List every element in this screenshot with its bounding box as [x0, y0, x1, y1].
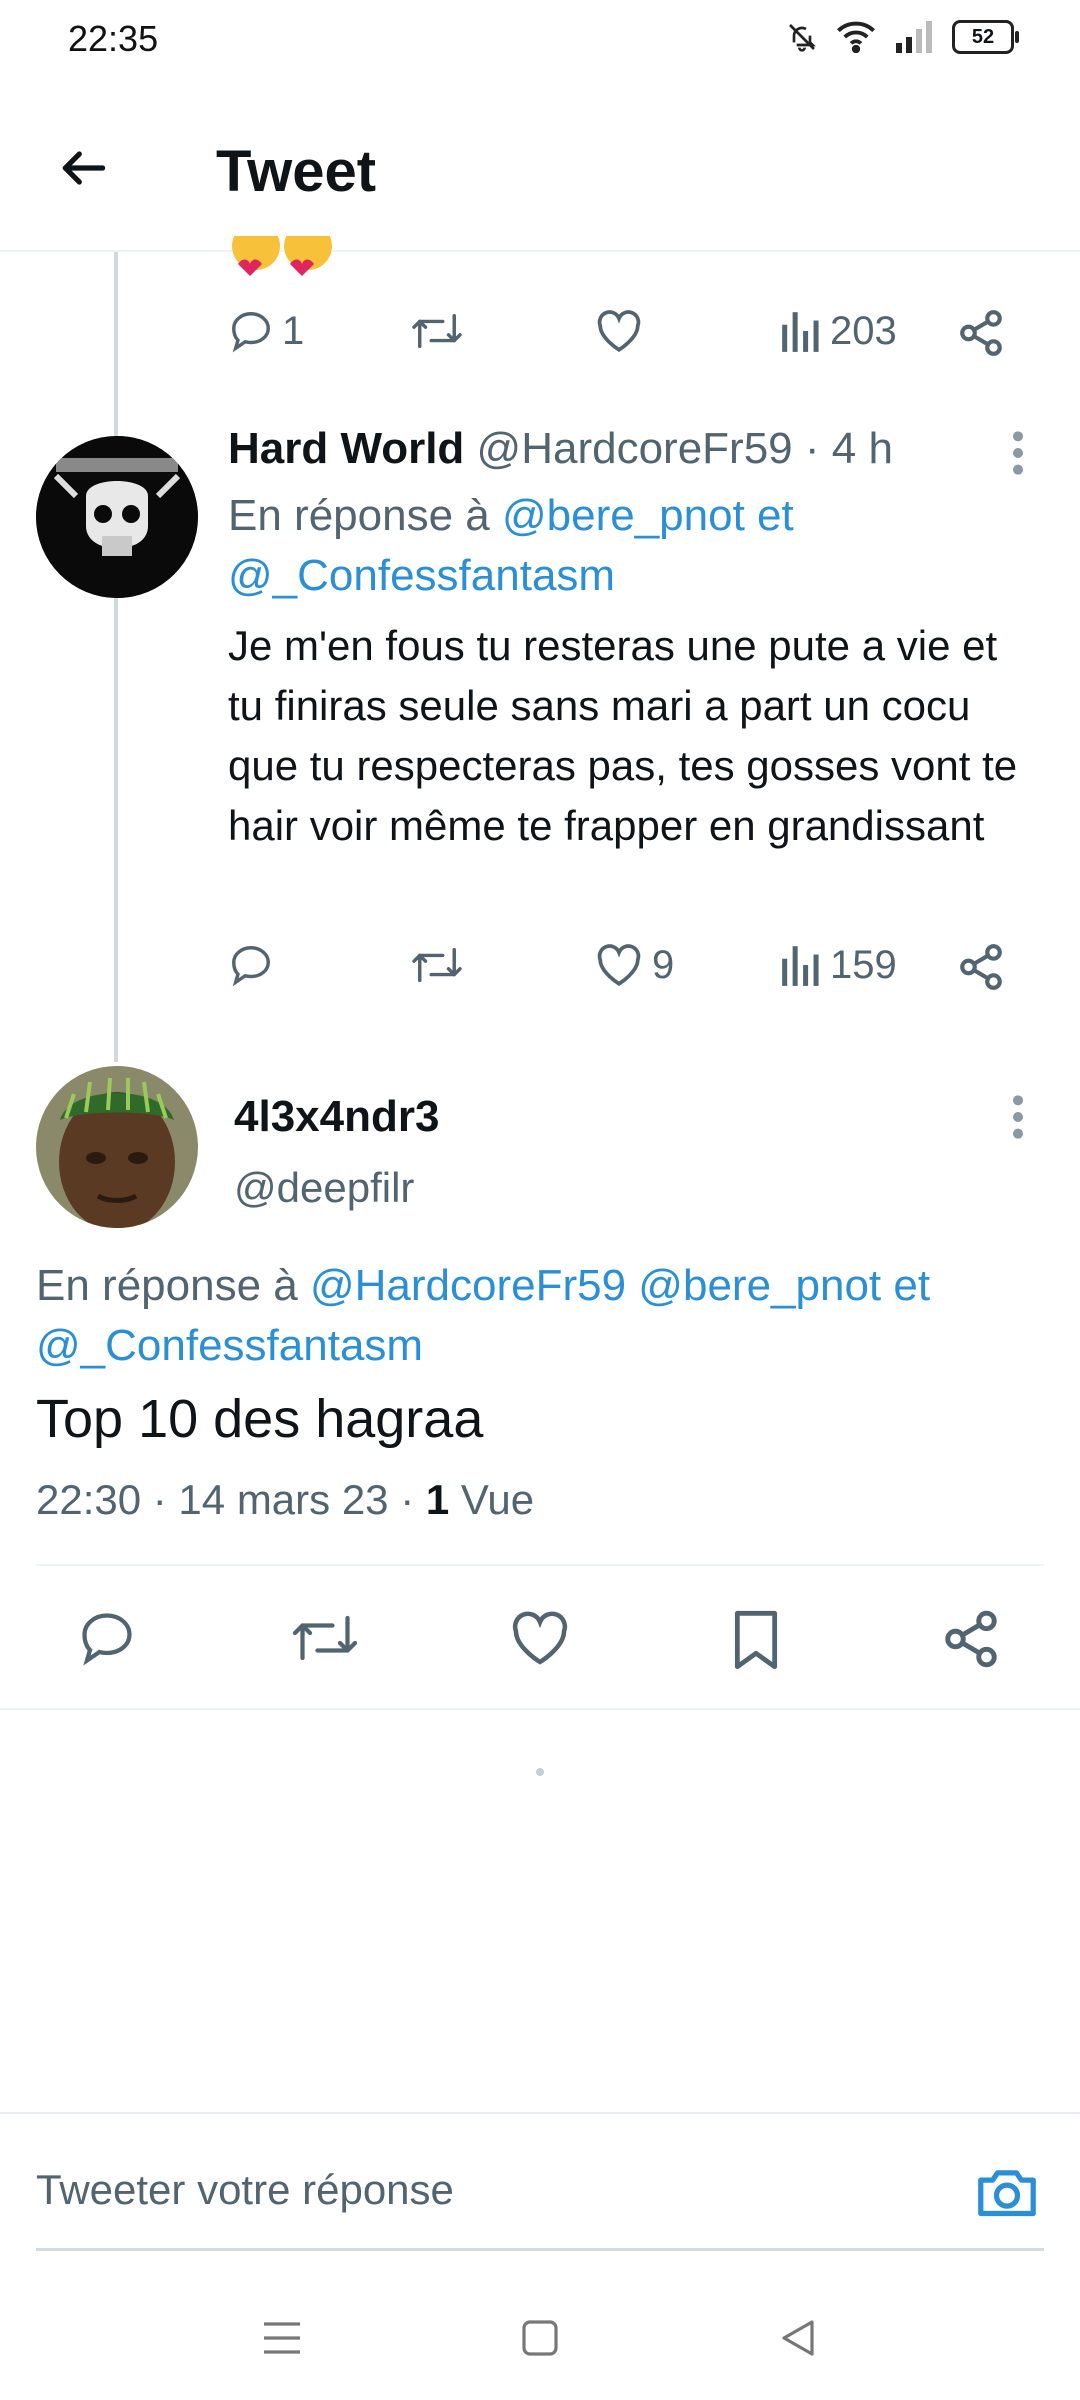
- share-button[interactable]: [940, 1608, 1002, 1670]
- display-name[interactable]: 4l3x4ndr3: [234, 1092, 439, 1142]
- reply-button[interactable]: [76, 1608, 138, 1668]
- camera-button[interactable]: [976, 2164, 1038, 2220]
- reply-icon: [232, 946, 270, 987]
- tweet-time: · 4 h: [804, 424, 893, 473]
- signal-icon: [894, 21, 934, 53]
- square-icon: [522, 2320, 558, 2356]
- views-count: 203: [830, 308, 897, 353]
- wifi-icon: [836, 21, 876, 53]
- reply-tweet-header: Hard World @HardcoreFr59 · 4 h: [228, 424, 893, 474]
- share-icon: [960, 944, 1002, 990]
- top-app-bar: Tweet: [0, 100, 1080, 252]
- bookmark-button[interactable]: [728, 1608, 784, 1672]
- mute-icon: [786, 21, 818, 53]
- replying-to: En réponse à @HardcoreFr59 @bere_pnot et…: [36, 1256, 1046, 1376]
- status-time: 22:35: [68, 18, 159, 59]
- parent-like-action[interactable]: [594, 308, 644, 354]
- reply-icon: [82, 1613, 132, 1666]
- mention-link[interactable]: @_Confessfantasm: [36, 1321, 423, 1370]
- replying-to: En réponse à @bere_pnot et @_Confessfant…: [228, 486, 1028, 606]
- view-count[interactable]: 1: [426, 1476, 449, 1523]
- retweet-action[interactable]: [410, 942, 464, 988]
- status-icons: 52: [786, 20, 1019, 54]
- nav-back-button[interactable]: [778, 2318, 818, 2358]
- retweet-icon: [412, 313, 462, 349]
- avatar[interactable]: [36, 1066, 198, 1228]
- loading-indicator: [536, 1768, 544, 1776]
- tweet-action-bar: [0, 1600, 1080, 1680]
- camera-icon: [978, 2170, 1036, 2217]
- more-options-button[interactable]: [1006, 428, 1030, 478]
- heart-icon: [597, 310, 641, 352]
- like-button[interactable]: [508, 1608, 572, 1668]
- system-navigation-bar: [0, 2280, 1080, 2400]
- reply-icon: [232, 312, 270, 353]
- page-title: Tweet: [216, 139, 377, 204]
- battery-indicator: 52: [952, 20, 1019, 54]
- like-count: 9: [652, 942, 675, 987]
- parent-views-action[interactable]: 203: [780, 308, 897, 354]
- handle[interactable]: @HardcoreFr59: [477, 424, 793, 473]
- parent-share-action[interactable]: [956, 308, 1006, 358]
- heart-icon: [512, 1611, 568, 1665]
- back-button[interactable]: [48, 132, 120, 204]
- status-bar: 22:35 52: [0, 0, 1080, 80]
- like-action[interactable]: 9: [594, 942, 674, 988]
- mention-link[interactable]: @HardcoreFr59 @bere_pnot et: [310, 1261, 930, 1310]
- retweet-button[interactable]: [290, 1608, 360, 1668]
- reply-action[interactable]: [228, 942, 274, 988]
- views-icon: [782, 312, 819, 352]
- avatar[interactable]: [36, 436, 198, 598]
- share-action[interactable]: [956, 942, 1006, 992]
- views-icon: [782, 946, 819, 986]
- views-count: 159: [830, 942, 897, 987]
- display-name[interactable]: Hard World: [228, 424, 464, 473]
- reply-count: 1: [282, 308, 305, 353]
- retweet-icon: [292, 1615, 358, 1661]
- replying-prefix: En réponse à: [228, 491, 490, 540]
- mention-link[interactable]: @bere_pnot et: [502, 491, 794, 540]
- nav-home-button[interactable]: [520, 2318, 560, 2358]
- retweet-icon: [412, 947, 462, 983]
- parent-tweet-emoji: [228, 236, 338, 280]
- share-icon: [945, 1610, 997, 1668]
- more-vertical-icon: [1013, 431, 1023, 475]
- arrow-left-icon: [62, 151, 106, 185]
- views-action[interactable]: 159: [780, 942, 897, 988]
- replying-prefix: En réponse à: [36, 1261, 298, 1310]
- handle[interactable]: @deepfilr: [234, 1164, 414, 1212]
- heart-icon: [597, 944, 641, 986]
- mention-link[interactable]: @_Confessfantasm: [228, 551, 615, 600]
- nav-menu-button[interactable]: [262, 2320, 302, 2356]
- reply-underline: [36, 2248, 1044, 2251]
- more-vertical-icon: [1013, 1095, 1023, 1139]
- timestamp: 22:30 · 14 mars 23 ·: [36, 1476, 415, 1523]
- reply-input[interactable]: Tweeter votre réponse: [36, 2166, 454, 2214]
- more-options-button[interactable]: [1006, 1092, 1030, 1142]
- thread-line: [114, 252, 118, 1062]
- divider: [36, 1564, 1044, 1566]
- tweet-meta: 22:30 · 14 mars 23 · 1 Vue: [36, 1476, 534, 1524]
- parent-reply-action[interactable]: 1: [228, 308, 304, 354]
- menu-icon: [264, 2322, 300, 2354]
- triangle-back-icon: [782, 2320, 814, 2356]
- view-label[interactable]: Vue: [461, 1476, 534, 1523]
- tweet-text: Top 10 des hagraa: [36, 1389, 484, 1449]
- share-icon: [960, 310, 1002, 356]
- bookmark-icon: [734, 1610, 778, 1670]
- parent-retweet-action[interactable]: [410, 308, 464, 354]
- divider: [0, 1708, 1080, 1710]
- tweet-text: Je m'en fous tu resteras une pute a vie …: [228, 622, 1018, 849]
